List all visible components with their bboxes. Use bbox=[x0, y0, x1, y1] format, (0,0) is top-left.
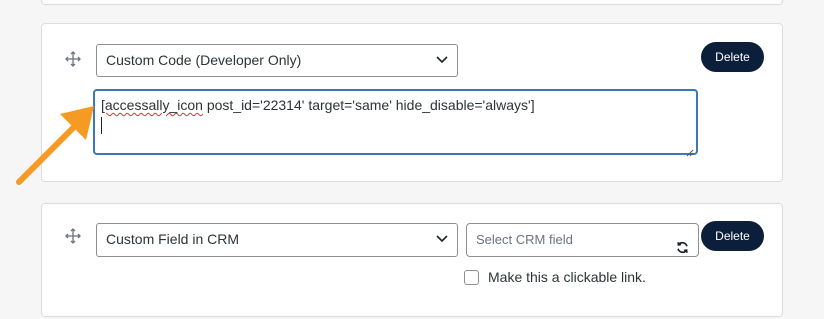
resize-grip-icon[interactable] bbox=[686, 143, 694, 157]
crm-field-select[interactable]: Select CRM field bbox=[466, 223, 699, 257]
chevron-down-icon bbox=[436, 56, 448, 64]
text-caret bbox=[101, 117, 102, 134]
refresh-icon[interactable] bbox=[676, 234, 689, 253]
field-type-select-value: Custom Code (Developer Only) bbox=[106, 52, 302, 68]
previous-row-card bbox=[41, 0, 783, 5]
clickable-link-option[interactable]: Make this a clickable link. bbox=[464, 269, 646, 285]
crm-field-placeholder: Select CRM field bbox=[476, 232, 573, 247]
arrow-annotation bbox=[16, 106, 94, 185]
chevron-down-icon bbox=[436, 235, 448, 243]
field-type-select[interactable]: Custom Code (Developer Only) bbox=[96, 44, 458, 77]
delete-button[interactable]: Delete bbox=[701, 42, 764, 72]
custom-code-textarea[interactable]: [accessally_icon post_id='22314' target=… bbox=[93, 89, 698, 157]
custom-field-row bbox=[41, 203, 783, 317]
delete-button[interactable]: Delete bbox=[701, 221, 764, 251]
field-type-select-value: Custom Field in CRM bbox=[106, 231, 240, 247]
code-misspelled-token: [accessally_icon bbox=[101, 97, 203, 113]
code-text: post_id='22314' target='same' hide_disab… bbox=[202, 97, 535, 113]
field-type-select[interactable]: Custom Field in CRM bbox=[96, 223, 458, 257]
clickable-link-label: Make this a clickable link. bbox=[488, 269, 646, 285]
move-icon[interactable] bbox=[65, 51, 81, 67]
clickable-link-checkbox[interactable] bbox=[464, 269, 479, 285]
move-icon[interactable] bbox=[65, 228, 81, 244]
